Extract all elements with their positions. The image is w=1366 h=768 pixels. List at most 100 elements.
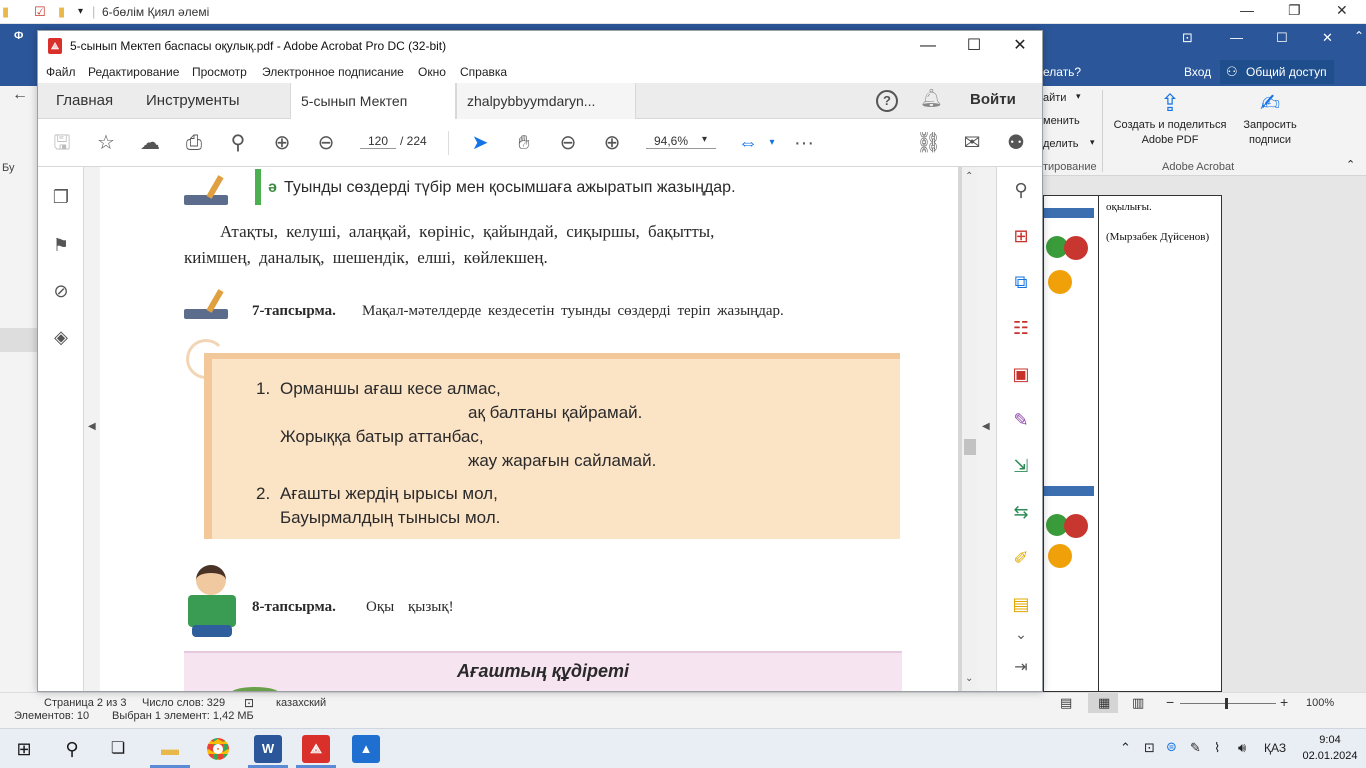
request-signatures-button[interactable]: ✍ Запросить подписи [1230, 90, 1310, 160]
zoom-out-icon[interactable]: − [1166, 694, 1174, 710]
help-icon[interactable]: ? [876, 90, 898, 112]
zoom-slider[interactable] [1180, 703, 1276, 704]
bell-icon[interactable]: 🔔︎ [920, 88, 943, 109]
folder-icon[interactable]: ▮ [2, 4, 9, 20]
volume-icon[interactable]: 🔊︎ [1238, 740, 1246, 756]
tab-home[interactable]: Главная [56, 83, 113, 119]
ribbon-display-icon[interactable]: ⊡ [1182, 30, 1193, 46]
compare-files-icon[interactable]: ⇆ [1009, 499, 1033, 525]
chevron-up-icon[interactable]: ⌃ [1354, 29, 1364, 43]
task-view-icon[interactable]: ❏ [104, 735, 132, 763]
zoom-in-icon[interactable]: + [1280, 694, 1288, 710]
scrollbar-thumb[interactable] [964, 439, 976, 455]
page-down-icon[interactable]: ⊖ [314, 131, 338, 155]
collapse-pane-icon[interactable]: ⇥ [1009, 655, 1033, 681]
comment-icon[interactable]: ▤ [1009, 591, 1033, 617]
back-arrow-icon[interactable]: ← [12, 86, 28, 104]
restore-icon[interactable]: ❐ [1288, 2, 1301, 19]
create-pdf-icon[interactable]: ⊞ [1009, 223, 1033, 249]
photos-icon[interactable]: ▲ [352, 735, 380, 763]
minimize-icon[interactable]: — [908, 35, 948, 57]
vertical-scrollbar[interactable]: ⌃ ⌄ [962, 167, 978, 691]
tell-me-search[interactable]: елать? [1043, 65, 1081, 79]
left-pane-toggle[interactable]: ◀ [84, 167, 100, 691]
minimize-icon[interactable]: — [1240, 2, 1254, 18]
language-indicator[interactable]: ҚАЗ [1264, 741, 1286, 755]
menu-view[interactable]: Просмотр [192, 65, 247, 79]
properties-icon[interactable]: ☑ [34, 4, 46, 20]
pen-icon[interactable]: ✎ [1190, 740, 1201, 756]
zoom-level[interactable]: 100% [1306, 697, 1334, 709]
read-mode-icon[interactable]: ▤ [1060, 695, 1072, 711]
document-view[interactable]: ә Туынды сөздерді түбір мен қосымшаға аж… [100, 167, 962, 691]
tab-tools[interactable]: Инструменты [146, 83, 240, 119]
cloud-upload-icon[interactable]: ☁ [138, 131, 162, 155]
file-explorer-icon[interactable]: ▬ [156, 735, 184, 763]
menu-help[interactable]: Справка [460, 65, 507, 79]
attachment-icon[interactable]: ⊘ [50, 281, 72, 305]
star-icon[interactable]: ☆ [94, 131, 118, 155]
menu-window[interactable]: Окно [418, 65, 446, 79]
close-icon[interactable]: ✕ [1322, 30, 1333, 46]
chevron-down-icon[interactable]: ⌄ [1009, 621, 1033, 647]
menu-file[interactable]: Файл [46, 65, 76, 79]
network-icon[interactable]: ⌇ [1214, 740, 1220, 756]
caret-left-icon[interactable]: ◀ [982, 421, 990, 432]
zoom-search-icon[interactable]: ⚲ [226, 131, 250, 155]
share-link-icon[interactable]: ⛓︎ [916, 131, 941, 155]
chevron-down-icon[interactable]: ▾ [78, 6, 83, 17]
close-icon[interactable]: ✕ [1000, 35, 1040, 57]
scroll-up-icon[interactable]: ⌃ [965, 171, 973, 182]
signin-button[interactable]: Войти [970, 91, 1016, 108]
search-icon[interactable]: ⚲ [58, 735, 86, 763]
email-icon[interactable]: ✉ [960, 131, 984, 155]
word-file-tab[interactable]: Ф [14, 30, 23, 42]
bookmark-icon[interactable]: ⚑ [50, 235, 72, 259]
select-cursor-icon[interactable]: ➤ [468, 131, 492, 155]
send-comments-icon[interactable]: ⇲ [1009, 453, 1033, 479]
create-share-pdf-button[interactable]: ⇪ Создать и поделиться Adobe PDF [1108, 90, 1232, 160]
restore-icon[interactable]: ☐ [1276, 30, 1288, 46]
pages-icon[interactable]: ❐ [50, 187, 72, 211]
fill-sign-icon[interactable]: ✎ [1009, 407, 1033, 433]
chevron-up-icon[interactable]: ⌃ [1120, 740, 1131, 756]
new-folder-icon[interactable]: ▮ [58, 4, 65, 20]
chevron-down-icon[interactable]: ▾ [760, 131, 784, 155]
caret-left-icon[interactable]: ◀ [88, 421, 96, 432]
chevron-down-icon[interactable]: ▾ [1076, 91, 1081, 102]
tab-document-2[interactable]: zhalpybbyymdaryn... [456, 83, 636, 119]
page-number-input[interactable]: 120 [360, 134, 396, 149]
print-icon[interactable]: ⎙ [182, 131, 206, 155]
edit-pdf-icon[interactable]: ✐ [1009, 545, 1033, 571]
menu-edit[interactable]: Редактирование [88, 65, 179, 79]
meet-icon[interactable]: ⊡ [1144, 740, 1155, 756]
maximize-icon[interactable]: ☐ [954, 35, 994, 57]
chrome-icon[interactable] [204, 735, 232, 763]
search-zoom-icon[interactable]: ⚲ [1009, 177, 1033, 203]
ribbon-replace-label[interactable]: менить [1043, 115, 1080, 127]
layers-icon[interactable]: ◈ [50, 327, 72, 351]
clock[interactable]: 9:04 02.01.2024 [1300, 732, 1360, 764]
export-pdf-icon[interactable]: ▣ [1009, 361, 1033, 387]
ribbon-select-label[interactable]: делить [1043, 138, 1079, 150]
hand-tool-icon[interactable]: ✋︎ [512, 131, 536, 155]
organize-pages-icon[interactable]: ☷ [1009, 315, 1033, 341]
acrobat-icon[interactable]: ⟁ [302, 735, 330, 763]
selected-nav-item[interactable] [0, 328, 38, 352]
save-icon[interactable]: 🖫︎ [50, 131, 74, 155]
signin-link[interactable]: Вход [1184, 65, 1211, 79]
combine-files-icon[interactable]: ⧉ [1009, 269, 1033, 295]
share-button[interactable]: ⚇ Общий доступ [1220, 60, 1334, 84]
close-icon[interactable]: ✕ [1336, 2, 1348, 19]
add-person-icon[interactable]: ⚉ [1004, 131, 1028, 155]
word-icon[interactable]: W [254, 735, 282, 763]
collapse-ribbon-icon[interactable]: ⌃ [1346, 158, 1355, 171]
ribbon-find-label[interactable]: айти [1043, 92, 1066, 104]
web-layout-icon[interactable]: ▥ [1132, 695, 1144, 711]
right-pane-toggle[interactable]: ◀ [978, 167, 996, 691]
more-tools-icon[interactable]: ··· [792, 131, 816, 155]
zoom-in-icon[interactable]: ⊕ [600, 131, 624, 155]
page-up-icon[interactable]: ⊕ [270, 131, 294, 155]
tab-document-1[interactable]: 5-сынып Мектеп б...✕ [290, 83, 456, 145]
chevron-down-icon[interactable]: ▾ [1090, 137, 1095, 148]
